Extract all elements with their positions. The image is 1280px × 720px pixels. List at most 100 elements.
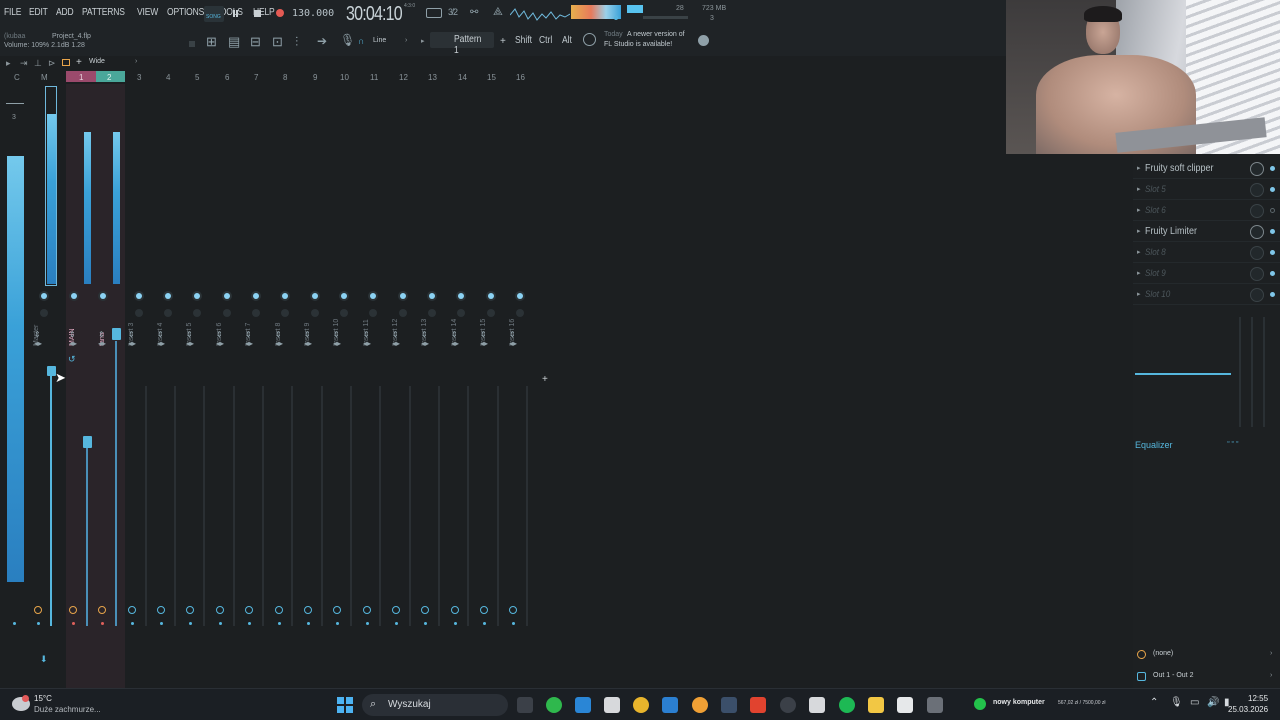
swap-arrows-icon-insert-15[interactable]: ⇕ ◂▸ [480,330,488,348]
effect-slot-7[interactable]: ▸ Fruity Limiter [1133,221,1280,242]
fader-track-tana[interactable] [115,341,117,626]
route-knob-insert-7[interactable] [245,606,253,614]
settings-gear-icon[interactable] [780,697,796,713]
microphone-icon[interactable]: 🎙 [340,33,355,47]
pan-knob-insert-5[interactable] [194,293,200,299]
swap-arrows-icon-insert-4[interactable]: ⇕ ◂▸ [157,330,165,348]
fader-insert-10[interactable] [350,386,352,626]
fader-insert-15[interactable] [497,386,499,626]
swap-arrows-icon-insert-6[interactable]: ⇕ ◂▸ [216,330,224,348]
route-knob-insert-8[interactable] [275,606,283,614]
network-icon[interactable]: ▭ [1190,697,1199,708]
news-line-1[interactable]: A newer version of [627,31,685,38]
send-dot-insert-15[interactable] [483,622,486,625]
mixer-view-mode[interactable]: Wide [89,58,105,65]
pattern-arrow-icon[interactable]: ▸ [421,37,425,45]
pause-icon[interactable] [233,10,238,17]
microphone-tray-icon[interactable]: 🎙 [1170,697,1183,708]
send-dot-insert-14[interactable] [454,622,457,625]
pan-knob-master[interactable] [41,293,47,299]
slot-mix-knob[interactable] [1250,162,1264,176]
record-icon[interactable] [276,9,284,17]
swap-arrows-icon-tana[interactable]: ⇕ ◂▸ [98,330,106,348]
tray-chevron-icon[interactable]: ⌃ [1150,697,1158,708]
stop-icon[interactable] [254,10,261,17]
route-knob-insert-15[interactable] [480,606,488,614]
send-dot-insert-9[interactable] [307,622,310,625]
slot-expand-icon[interactable]: ▸ [1137,164,1141,172]
send-dot-master[interactable] [37,622,40,625]
send-dot-main[interactable] [72,622,75,625]
effect-slot-4[interactable]: ▸ Fruity soft clipper [1133,158,1280,179]
swap-arrows-icon-insert-11[interactable]: ⇕ ◂▸ [363,330,371,348]
send-dot-insert-3[interactable] [131,622,134,625]
pan-knob-insert-9[interactable] [312,293,318,299]
mixer-nudge-icon[interactable]: ⇥ [20,58,28,69]
audio-input-select[interactable]: (none) [1153,650,1173,657]
fader-track-main[interactable] [86,446,88,626]
slot-enable-led[interactable] [1270,292,1275,297]
effect-slot-9[interactable]: ▸ Slot 9 [1133,263,1280,284]
chrome-icon[interactable] [633,697,649,713]
slot-enable-led[interactable] [1270,271,1275,276]
swap-arrows-icon-insert-8[interactable]: ⇕ ◂▸ [275,330,283,348]
volume-knob-icon[interactable] [614,16,618,20]
route-knob-insert-13[interactable] [421,606,429,614]
clock-date[interactable]: 25.03.2026 [1228,705,1268,714]
fader-handle-tana[interactable] [112,328,121,340]
pan-knob-insert-8[interactable] [282,293,288,299]
send-dot-tana[interactable] [101,622,104,625]
tempo-display[interactable]: 130.000 [292,8,334,19]
pan-knob-tana[interactable] [100,293,106,299]
swap-arrows-icon-insert-10[interactable]: ⇕ ◂▸ [333,330,341,348]
slot-expand-icon[interactable]: ▸ [1137,185,1141,193]
stereo-knob-insert-5[interactable] [193,309,201,317]
mixer-icon[interactable]: ⫶ [295,34,298,50]
eq-band-handles-icon[interactable]: ▫ ▫ ▫ [1227,439,1238,446]
notepad-icon[interactable] [897,697,913,713]
countdown-icon[interactable]: 3̸2 [448,7,458,17]
slot-expand-icon[interactable]: ▸ [1137,269,1141,277]
file-explorer-icon[interactable] [868,697,884,713]
slot-mix-knob[interactable] [1250,183,1264,197]
swap-arrows-icon-insert-9[interactable]: ⇕ ◂▸ [304,330,312,348]
slot-mix-knob[interactable] [1250,288,1264,302]
effect-slot-10[interactable]: ▸ Slot 10 [1133,284,1280,305]
route-knob-insert-14[interactable] [451,606,459,614]
fader-insert-12[interactable] [409,386,411,626]
volume-icon[interactable]: 🔊 [1207,697,1219,708]
shift-modifier[interactable]: Shift [515,35,532,46]
fader-insert-5[interactable] [203,386,205,626]
pan-knob-main[interactable] [71,293,77,299]
route-knob-insert-4[interactable] [157,606,165,614]
store-icon[interactable] [662,697,678,713]
pan-knob-insert-11[interactable] [370,293,376,299]
send-dot-insert-7[interactable] [248,622,251,625]
mixer-menu-arrow-icon[interactable]: ▸ [6,58,11,69]
stereo-knob-insert-10[interactable] [340,309,348,317]
route-knob-insert-5[interactable] [186,606,194,614]
fader-insert-4[interactable] [174,386,176,626]
stereo-knob-insert-13[interactable] [428,309,436,317]
send-dot-current[interactable] [13,622,16,625]
mixer-split-icon[interactable]: ⊳ [48,58,56,69]
slot-enable-led[interactable] [1270,229,1275,234]
slot-mix-knob[interactable] [1250,204,1264,218]
fader-handle-main[interactable] [83,436,92,448]
piano-roll-icon[interactable]: ⊟ [250,34,261,50]
slot-enable-led[interactable] [1270,187,1275,192]
stereo-knob-insert-16[interactable] [516,309,524,317]
pan-knob-insert-14[interactable] [458,293,464,299]
route-knob-insert-10[interactable] [333,606,341,614]
effect-slot-5[interactable]: ▸ Slot 5 [1133,179,1280,200]
swap-arrows-icon-insert-7[interactable]: ⇕ ◂▸ [245,330,253,348]
effect-slot-8[interactable]: ▸ Slot 8 [1133,242,1280,263]
send-dot-insert-8[interactable] [278,622,281,625]
channel-rack-icon[interactable]: ▤ [228,34,240,50]
steam-icon[interactable] [721,697,737,713]
fader-insert-16[interactable] [526,386,528,626]
browser-icon[interactable]: ⊡ [272,34,283,50]
mixer-layout-icon[interactable] [62,59,70,66]
slot-mix-knob[interactable] [1250,246,1264,260]
slot-mix-knob[interactable] [1250,225,1264,239]
